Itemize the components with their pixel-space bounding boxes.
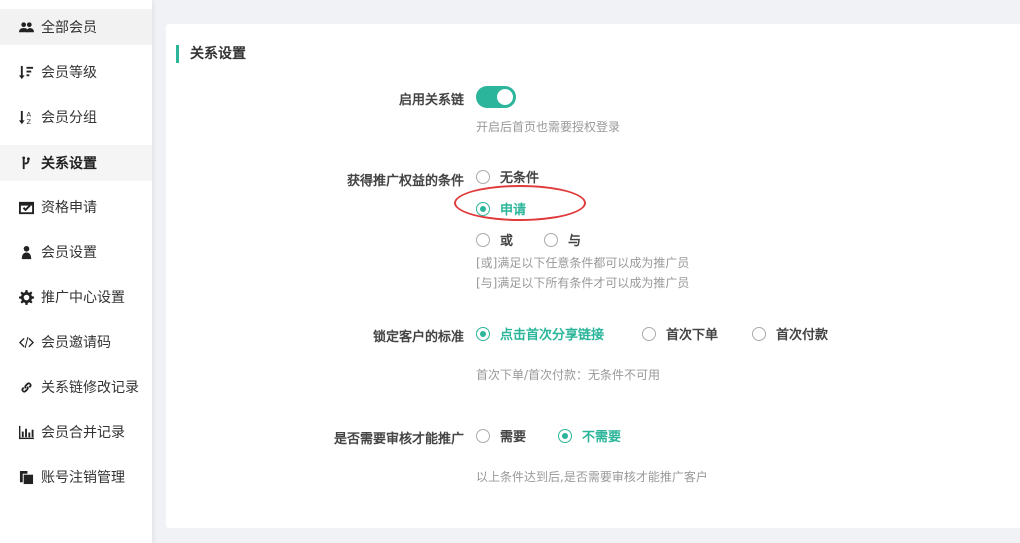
- sidebar-item-merge-log[interactable]: 会员合并记录: [0, 414, 152, 450]
- sidebar-item-label: 关系链修改记录: [41, 380, 139, 396]
- radio-circle: [642, 326, 656, 341]
- relation-chain-label: 启用关系链: [398, 93, 464, 108]
- sidebar-item-label: 账号注销管理: [41, 470, 125, 486]
- user-icon: [18, 244, 34, 260]
- sidebar-item-label: 全部会员: [41, 20, 97, 36]
- radio-no-condition[interactable]: 无条件: [476, 167, 539, 186]
- radio-circle: [476, 232, 490, 247]
- highlight-ellipse: [454, 185, 586, 221]
- link-icon: [18, 379, 34, 395]
- sidebar-item-all-members[interactable]: 全部会员: [0, 9, 152, 45]
- sidebar-item-relation-log[interactable]: 关系链修改记录: [0, 369, 152, 405]
- settings-card: 关系设置 启用关系链 开启后首页也需要授权登录 获得推广权益的条件 无条件 申请…: [166, 24, 1020, 528]
- calendar-check-icon: [18, 199, 34, 215]
- copy-icon: [18, 469, 34, 485]
- gear-icon: [18, 289, 34, 305]
- sidebar-item-label: 会员等级: [41, 65, 97, 81]
- promotion-condition-label: 获得推广权益的条件: [346, 174, 464, 189]
- users-icon: [18, 19, 34, 35]
- radio-circle: [752, 326, 766, 341]
- radio-circle: [544, 232, 558, 247]
- sort-alpha-icon: AZ: [18, 109, 34, 125]
- sidebar-item-label: 关系设置: [41, 156, 97, 172]
- radio-and[interactable]: 与: [544, 230, 581, 249]
- radio-no-review[interactable]: 不需要: [558, 426, 621, 445]
- sort-amount-icon: [18, 64, 34, 80]
- radio-circle: [476, 169, 490, 184]
- radio-circle: [476, 326, 490, 341]
- sidebar-item-label: 会员合并记录: [41, 425, 125, 441]
- relation-chain-help: 开启后首页也需要授权登录: [476, 120, 621, 134]
- sidebar-item-label: 会员设置: [41, 245, 97, 261]
- sidebar-item-qualification[interactable]: 资格申请: [0, 189, 152, 225]
- help-or: [或]满足以下任意条件都可以成为推广员: [476, 256, 690, 270]
- radio-circle: [558, 428, 572, 443]
- sidebar-item-label: 会员分组: [41, 110, 97, 126]
- lock-standard-help: 首次下单/首次付款：无条件不可用: [476, 368, 661, 382]
- help-and: [与]满足以下所有条件才可以成为推广员: [476, 276, 690, 290]
- relation-chain-toggle[interactable]: [476, 86, 516, 108]
- radio-first-share-click[interactable]: 点击首次分享链接: [476, 324, 604, 343]
- sidebar-item-label: 会员邀请码: [41, 335, 111, 351]
- sidebar-item-label: 资格申请: [41, 200, 97, 216]
- code-fork-icon: [18, 155, 34, 171]
- sidebar-item-promotion-center[interactable]: 推广中心设置: [0, 279, 152, 315]
- sidebar-item-invite-code[interactable]: 会员邀请码: [0, 324, 152, 360]
- sidebar-item-relation-settings[interactable]: 关系设置: [0, 145, 152, 181]
- code-icon: [18, 334, 34, 350]
- sidebar-item-member-group[interactable]: AZ 会员分组: [0, 99, 152, 135]
- sidebar-item-account-cancel[interactable]: 账号注销管理: [0, 459, 152, 495]
- radio-first-payment[interactable]: 首次付款: [752, 324, 828, 343]
- lock-standard-label: 锁定客户的标准: [372, 330, 464, 345]
- sidebar: 全部会员 会员等级 AZ 会员分组 关系设置 资格申请 会员设置 推广中心设置 …: [0, 0, 152, 543]
- radio-need-review[interactable]: 需要: [476, 426, 526, 445]
- bar-chart-icon: [18, 424, 34, 440]
- radio-first-order[interactable]: 首次下单: [642, 324, 718, 343]
- need-review-help: 以上条件达到后,是否需要审核才能推广客户: [476, 470, 708, 484]
- sidebar-item-member-settings[interactable]: 会员设置: [0, 234, 152, 270]
- svg-text:Z: Z: [26, 118, 31, 125]
- sidebar-item-member-level[interactable]: 会员等级: [0, 54, 152, 90]
- need-review-label: 是否需要审核才能推广: [333, 432, 464, 447]
- section-title: 关系设置: [176, 45, 246, 63]
- sidebar-item-label: 推广中心设置: [41, 290, 125, 306]
- toggle-knob: [497, 89, 513, 105]
- radio-or[interactable]: 或: [476, 230, 513, 249]
- radio-circle: [476, 428, 490, 443]
